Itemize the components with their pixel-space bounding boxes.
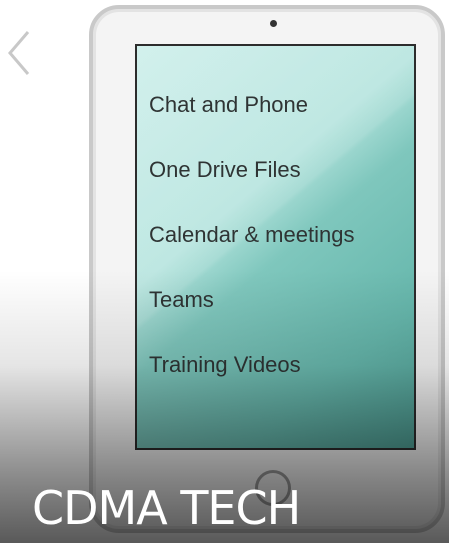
menu-item-calendar-meetings[interactable]: Calendar & meetings [149, 220, 354, 285]
brand-caption: CDMA TECH [32, 481, 301, 535]
menu-item-teams[interactable]: Teams [149, 285, 354, 350]
menu-item-one-drive-files[interactable]: One Drive Files [149, 155, 354, 220]
menu-item-chat-and-phone[interactable]: Chat and Phone [149, 90, 354, 155]
tablet-screen: Chat and Phone One Drive Files Calendar … [135, 44, 416, 450]
chevron-left-icon[interactable] [6, 28, 36, 78]
menu-item-training-videos[interactable]: Training Videos [149, 350, 354, 415]
menu-list: Chat and Phone One Drive Files Calendar … [149, 90, 354, 415]
camera-dot [270, 20, 277, 27]
